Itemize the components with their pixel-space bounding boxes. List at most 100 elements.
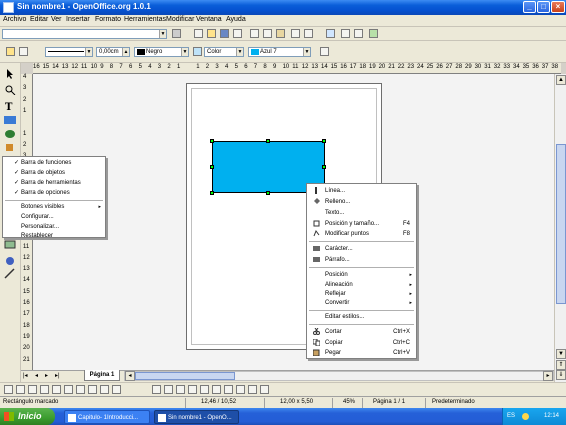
menu-item-posicion-tamano[interactable]: Posición y tamaño... F4 <box>307 219 416 229</box>
menu-item-cortar[interactable]: Cortar Ctrl+X <box>307 327 416 337</box>
chevron-down-icon[interactable]: ▼ <box>159 30 166 38</box>
resize-handle[interactable] <box>210 165 214 169</box>
datasource-icon[interactable] <box>369 29 378 38</box>
chevron-down-icon[interactable]: ▼ <box>303 48 310 56</box>
option-tool-icon[interactable] <box>16 385 25 394</box>
menu-editar[interactable]: Editar <box>30 16 48 23</box>
menu-item-parrafo[interactable]: Párrafo... <box>307 255 416 265</box>
copy-icon[interactable] <box>263 29 272 38</box>
fill-type-select[interactable]: Color ▼ <box>204 47 244 57</box>
option-tool-icon[interactable] <box>212 385 221 394</box>
tab-pagina-1[interactable]: Página 1 <box>84 370 120 381</box>
option-tool-icon[interactable] <box>152 385 161 394</box>
undo-icon[interactable] <box>291 29 300 38</box>
last-page-icon[interactable]: ▸| <box>55 372 63 381</box>
line-width-field[interactable]: 0,00cm ▲ <box>96 47 130 57</box>
menu-item-caracter[interactable]: Carácter... <box>307 244 416 254</box>
menu-ayuda[interactable]: Ayuda <box>226 16 246 23</box>
menu-formato[interactable]: Formato <box>95 16 121 23</box>
menu-item-copiar[interactable]: Copiar Ctrl+C <box>307 338 416 348</box>
arrow-style-icon[interactable] <box>19 47 28 56</box>
task-capitulo[interactable]: Capitulo- 1Introducci... <box>64 410 150 424</box>
area-icon[interactable] <box>193 47 202 56</box>
resize-handle[interactable] <box>266 191 270 195</box>
open-icon[interactable] <box>207 29 216 38</box>
menu-item-editar-estilos[interactable]: Editar estilos... <box>307 312 416 322</box>
language-indicator[interactable]: ES <box>507 413 515 419</box>
option-tool-icon[interactable] <box>100 385 109 394</box>
close-button[interactable]: × <box>551 1 565 13</box>
next-page-icon[interactable]: ▸ <box>45 372 53 381</box>
menu-item-barra-opciones[interactable]: ✓ Barra de opciones <box>3 188 105 198</box>
maximize-button[interactable]: □ <box>537 1 550 13</box>
interaction-icon[interactable] <box>4 268 16 279</box>
chevron-down-icon[interactable]: ▼ <box>181 48 188 56</box>
print-icon[interactable] <box>233 29 242 38</box>
start-button[interactable]: Inicio <box>0 408 55 425</box>
save-icon[interactable] <box>220 29 229 38</box>
menu-ventana[interactable]: Ventana <box>196 16 222 23</box>
vertical-scrollbar[interactable]: ▲ ▼ ⇑ ⇓ <box>554 74 566 382</box>
stop-icon[interactable] <box>172 29 181 38</box>
page-down-button[interactable]: ⇓ <box>556 370 566 380</box>
menu-ver[interactable]: Ver <box>51 16 62 23</box>
option-tool-icon[interactable] <box>224 385 233 394</box>
scroll-right-button[interactable]: ▸ <box>543 371 553 381</box>
menu-item-modificar-puntos[interactable]: Modificar puntos F8 <box>307 229 416 239</box>
option-tool-icon[interactable] <box>112 385 121 394</box>
line-style-select[interactable]: ▼ <box>45 47 93 57</box>
menu-item-posicion[interactable]: Posición ▸ <box>307 270 416 280</box>
option-tool-icon[interactable] <box>28 385 37 394</box>
option-tool-icon[interactable] <box>260 385 269 394</box>
option-tool-icon[interactable] <box>248 385 257 394</box>
3d-objects-icon[interactable] <box>4 141 16 152</box>
menu-item-linea[interactable]: Línea... <box>307 186 416 196</box>
zoom-icon[interactable] <box>4 84 16 96</box>
option-tool-icon[interactable] <box>4 385 13 394</box>
menu-item-barra-objetos[interactable]: ✓ Barra de objetos <box>3 168 105 178</box>
horizontal-scrollbar[interactable]: ◂ ▸ <box>124 371 554 381</box>
menu-insertar[interactable]: Insertar <box>66 16 90 23</box>
ellipse-icon[interactable] <box>4 128 16 139</box>
resize-handle[interactable] <box>266 139 270 143</box>
page-up-button[interactable]: ⇑ <box>556 360 566 370</box>
resize-handle[interactable] <box>210 191 214 195</box>
menu-item-convertir[interactable]: Convertir ▸ <box>307 298 416 308</box>
gallery-icon[interactable] <box>354 29 363 38</box>
url-combo[interactable]: ▼ <box>2 29 167 39</box>
menu-item-restablecer[interactable]: Restablecer <box>3 231 105 241</box>
shadow-icon[interactable] <box>320 47 329 56</box>
option-tool-icon[interactable] <box>40 385 49 394</box>
menu-item-configurar[interactable]: Configurar... <box>3 212 105 222</box>
prev-page-icon[interactable]: ◂ <box>35 372 43 381</box>
menu-item-botones-visibles[interactable]: Botones visibles ▸ <box>3 202 105 212</box>
menu-modificar[interactable]: Modificar <box>166 16 194 23</box>
tray-icon[interactable] <box>522 413 529 420</box>
navigator-icon[interactable] <box>326 29 335 38</box>
menu-item-relleno[interactable]: Relleno... <box>307 197 416 207</box>
paste-icon[interactable] <box>276 29 285 38</box>
option-tool-icon[interactable] <box>236 385 245 394</box>
redo-icon[interactable] <box>304 29 313 38</box>
menu-item-texto[interactable]: Texto... <box>307 208 416 218</box>
fill-color-select[interactable]: Azul 7 ▼ <box>248 47 311 57</box>
crosshair-icon[interactable] <box>341 29 350 38</box>
first-page-icon[interactable]: |◂ <box>23 372 31 381</box>
resize-handle[interactable] <box>322 165 326 169</box>
rectangle-icon[interactable] <box>4 116 16 124</box>
spin-icon[interactable]: ▲ <box>122 48 129 56</box>
option-tool-icon[interactable] <box>188 385 197 394</box>
3d-effects-icon[interactable] <box>4 255 16 266</box>
option-tool-icon[interactable] <box>164 385 173 394</box>
scroll-up-button[interactable]: ▲ <box>556 75 566 85</box>
edit-file-icon[interactable] <box>194 29 203 38</box>
line-color-select[interactable]: Negro ▼ <box>134 47 189 57</box>
select-arrow-icon[interactable] <box>4 68 16 79</box>
resize-handle[interactable] <box>322 139 326 143</box>
option-tool-icon[interactable] <box>52 385 61 394</box>
option-tool-icon[interactable] <box>64 385 73 394</box>
menu-item-barra-funciones[interactable]: ✓ Barra de funciones <box>3 158 105 168</box>
menu-item-pegar[interactable]: Pegar Ctrl+V <box>307 348 416 358</box>
cut-icon[interactable] <box>250 29 259 38</box>
scroll-left-button[interactable]: ◂ <box>125 371 135 381</box>
